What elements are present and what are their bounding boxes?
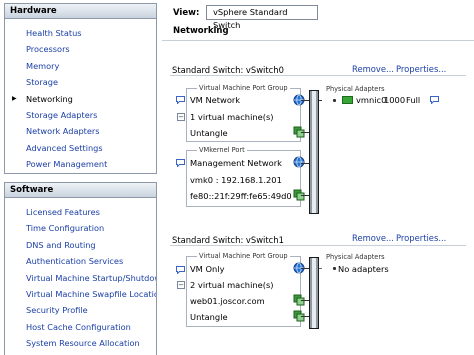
connector-line (301, 300, 309, 301)
vm-pg-caption: Virtual Machine Port Group (197, 252, 290, 260)
hardware-panel: Hardware Health Status Processors Memory… (4, 3, 157, 174)
no-adapters-text: No adapters (338, 264, 389, 274)
hw-item-networking-label: Networking (26, 93, 73, 104)
page-title: Networking (173, 26, 229, 36)
vswitch0-title: Standard Switch: vSwitch0 (172, 65, 284, 75)
comment-bubble-icon[interactable] (176, 159, 185, 167)
connector-line (301, 132, 309, 133)
vm-untangle-0: Untangle (190, 128, 228, 138)
sw-item-vm-swapfile-location[interactable]: Virtual Machine Swapfile Location (5, 286, 156, 302)
connector-dot (333, 99, 336, 102)
physical-adapters-caption: Physical Adapters (324, 85, 387, 93)
sw-item-dns-routing[interactable]: DNS and Routing (5, 237, 156, 253)
networking-main: View: vSphere Standard Switch Networking… (162, 0, 474, 355)
vm-untangle-1: Untangle (190, 312, 228, 322)
vmkernel-ip: vmk0 : 192.168.1.201 (190, 175, 282, 185)
hw-item-processors[interactable]: Processors (5, 41, 156, 57)
vswitch0-properties-link[interactable]: Properties... (396, 64, 446, 74)
vm-network-name: VM Network (190, 95, 241, 105)
title-divider (162, 40, 474, 41)
vswitch0-bus (309, 90, 319, 214)
vm-network-count: 1 virtual machine(s) (190, 112, 274, 122)
nic-icon (342, 96, 353, 104)
vm-pg-caption: Virtual Machine Port Group (197, 84, 290, 92)
hw-item-power-management[interactable]: Power Management (5, 156, 156, 172)
physical-adapters-caption: Physical Adapters (324, 253, 387, 261)
hw-item-health-status[interactable]: Health Status (5, 25, 156, 41)
hardware-list: Health Status Processors Memory Storage … (5, 19, 156, 173)
software-header: Software (5, 183, 156, 198)
connector-line (301, 100, 309, 101)
hw-item-storage[interactable]: Storage (5, 74, 156, 90)
connector-line (301, 195, 309, 196)
vswitch0-divider (170, 75, 466, 76)
management-network-name: Management Network (190, 158, 282, 168)
sw-item-vm-startup-shutdown[interactable]: Virtual Machine Startup/Shutdown (5, 270, 156, 286)
vmkernel-ipv6: fe80::21f:29ff:fe65:49d0 (190, 191, 292, 201)
vm-web01: web01.joscor.com (190, 296, 265, 306)
vswitch1-bus (309, 257, 319, 329)
vswitch1-properties-link[interactable]: Properties... (396, 233, 446, 243)
sw-item-time-configuration[interactable]: Time Configuration (5, 220, 156, 236)
software-list: Licensed Features Time Configuration DNS… (5, 198, 156, 352)
selected-arrow-icon: ▶ (12, 94, 17, 102)
vswitch1-divider (170, 245, 466, 246)
vmnic0-duplex: Full (406, 95, 421, 105)
hw-item-networking[interactable]: ▶ Networking (5, 91, 156, 107)
vswitch1-remove-link[interactable]: Remove... (352, 233, 394, 243)
connector-line (301, 163, 309, 164)
sw-item-system-resource-allocation[interactable]: System Resource Allocation (5, 335, 156, 351)
vm-only-count: 2 virtual machine(s) (190, 280, 274, 290)
hw-item-memory[interactable]: Memory (5, 58, 156, 74)
comment-bubble-icon[interactable] (176, 96, 185, 104)
view-selector[interactable]: vSphere Standard Switch (206, 5, 318, 30)
vmkernel-globe-icon (293, 156, 305, 168)
hw-item-network-adapters[interactable]: Network Adapters (5, 123, 156, 139)
sw-item-host-cache-configuration[interactable]: Host Cache Configuration (5, 319, 156, 335)
sw-item-security-profile[interactable]: Security Profile (5, 302, 156, 318)
hardware-header: Hardware (5, 4, 156, 19)
connector-dot (333, 267, 336, 270)
vmk-caption: VMkernel Port (197, 146, 247, 154)
hw-item-advanced-settings[interactable]: Advanced Settings (5, 140, 156, 156)
vmnic0-speed: 1000 (384, 95, 406, 105)
collapse-vm-only-icon[interactable]: − (177, 281, 185, 289)
vswitch1-title: Standard Switch: vSwitch1 (172, 235, 284, 245)
view-label: View: (173, 8, 200, 18)
connector-line (301, 268, 309, 269)
software-panel: Software Licensed Features Time Configur… (4, 182, 157, 355)
collapse-vm-network-icon[interactable]: − (177, 113, 185, 121)
comment-bubble-icon[interactable] (176, 266, 185, 274)
comment-bubble-icon[interactable] (430, 96, 439, 104)
vswitch0-remove-link[interactable]: Remove... (352, 64, 394, 74)
hw-item-storage-adapters[interactable]: Storage Adapters (5, 107, 156, 123)
sw-item-authentication-services[interactable]: Authentication Services (5, 253, 156, 269)
sw-item-licensed-features[interactable]: Licensed Features (5, 204, 156, 220)
vmnic0-name: vmnic0 (356, 95, 387, 105)
connector-line (301, 316, 309, 317)
vm-only-name: VM Only (190, 264, 225, 274)
